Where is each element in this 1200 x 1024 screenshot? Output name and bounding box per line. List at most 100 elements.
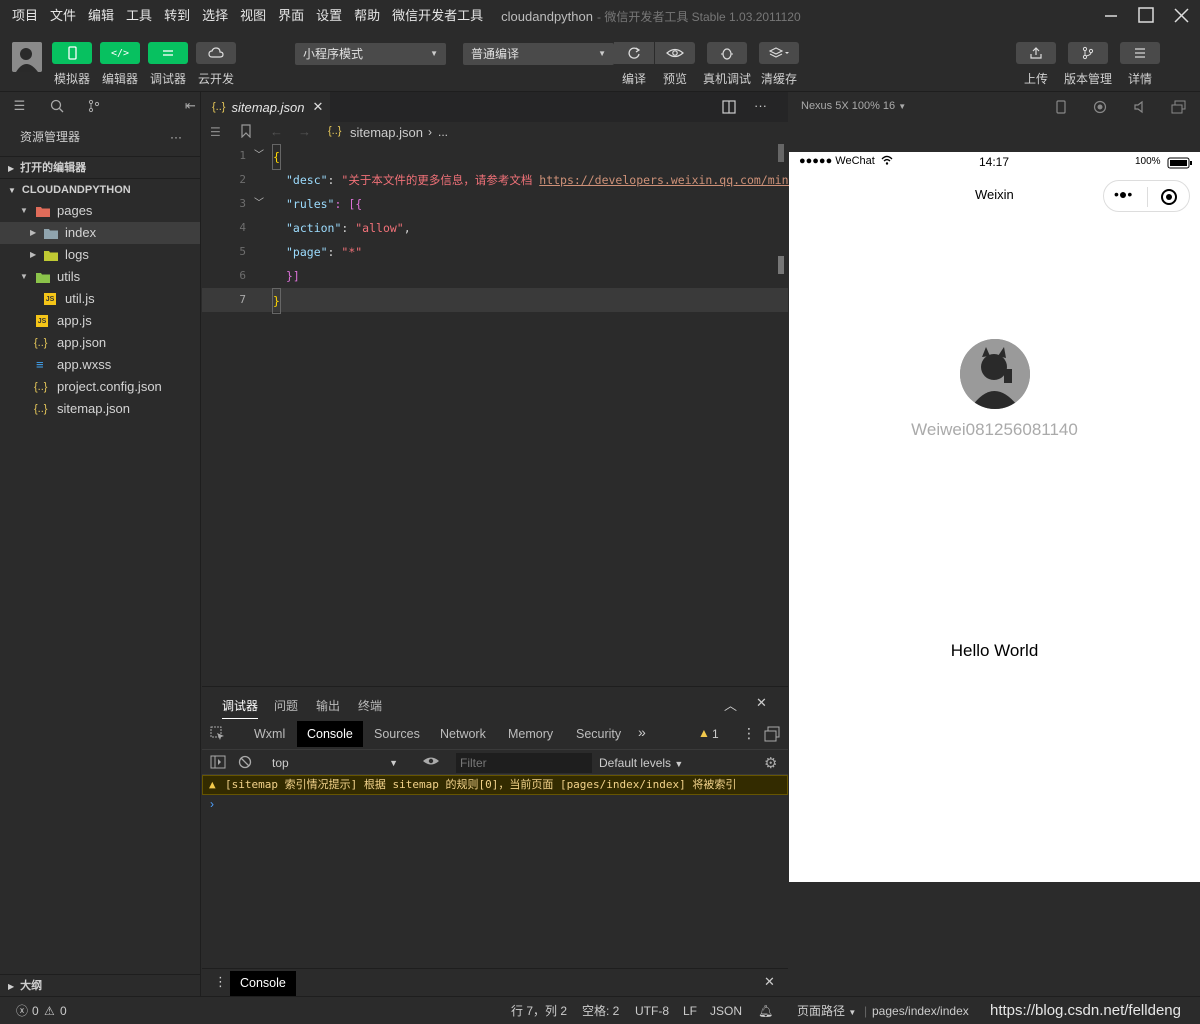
close-panel-icon[interactable]: ✕ xyxy=(756,695,767,711)
menu-file[interactable]: 文件 xyxy=(44,0,82,32)
real-device-debug-button[interactable] xyxy=(707,42,747,64)
tree-file-app-js[interactable]: JS app.js xyxy=(0,310,200,332)
tree-folder-utils[interactable]: ▼ utils xyxy=(0,266,200,288)
menu-interface[interactable]: 界面 xyxy=(272,0,310,32)
menu-edit[interactable]: 编辑 xyxy=(82,0,120,32)
scrollbar-thumb[interactable] xyxy=(778,144,784,162)
tab-problems[interactable]: 问题 xyxy=(274,697,298,714)
clear-console-icon[interactable] xyxy=(238,755,252,772)
context-select[interactable]: top ▼ xyxy=(264,753,404,773)
detach-icon[interactable] xyxy=(1171,100,1187,117)
devtools-tab-wxml[interactable]: Wxml xyxy=(244,721,295,747)
open-editors-section[interactable]: ▶ 打开的编辑器 xyxy=(0,156,200,178)
devtools-tab-memory[interactable]: Memory xyxy=(498,721,563,747)
preview-button[interactable] xyxy=(655,42,695,64)
tree-folder-index[interactable]: ▶ index xyxy=(0,222,200,244)
explorer-icon[interactable]: ☰ xyxy=(10,96,29,116)
debugger-toggle-button[interactable] xyxy=(148,42,188,64)
cloud-button[interactable] xyxy=(196,42,236,64)
tree-folder-pages[interactable]: ▼ pages xyxy=(0,200,200,222)
tree-file-project-config[interactable]: {..} project.config.json xyxy=(0,376,200,398)
menu-project[interactable]: 项目 xyxy=(0,0,44,32)
breadcrumb-more[interactable]: ... xyxy=(438,125,448,139)
tab-terminal[interactable]: 终端 xyxy=(358,697,382,714)
tree-file-util-js[interactable]: JS util.js xyxy=(0,288,200,310)
encoding[interactable]: UTF-8 xyxy=(635,997,669,1024)
tab-sitemap-json[interactable]: {..} sitemap.json ✕ xyxy=(202,92,330,122)
indentation[interactable]: 空格: 2 xyxy=(582,997,619,1024)
error-icon[interactable]: ⓧ xyxy=(16,997,28,1024)
filter-input[interactable]: Filter xyxy=(456,753,592,773)
fold-chevron-icon[interactable]: ﹀ xyxy=(254,144,264,168)
maximize-button[interactable] xyxy=(1137,6,1157,26)
mode-select[interactable]: 小程序模式 ▼ xyxy=(295,43,446,65)
gear-icon[interactable]: ⚙ xyxy=(764,754,777,772)
inspect-icon[interactable] xyxy=(210,726,226,745)
log-levels-select[interactable]: Default levels ▼ xyxy=(599,756,683,770)
eye-icon[interactable] xyxy=(422,754,440,771)
devtools-tab-network[interactable]: Network xyxy=(430,721,496,747)
collapse-sidebar-icon[interactable]: ⇤ xyxy=(181,96,200,116)
close-miniprogram-icon[interactable] xyxy=(1160,188,1178,209)
tree-file-sitemap[interactable]: {..} sitemap.json xyxy=(0,398,200,420)
avatar[interactable] xyxy=(12,42,42,72)
project-section[interactable]: ▼ CLOUDANDPYTHON xyxy=(0,178,200,200)
devtools-tab-console[interactable]: Console xyxy=(297,721,363,747)
volume-icon[interactable] xyxy=(1133,100,1147,117)
error-count[interactable]: 0 xyxy=(32,997,39,1024)
phone-icon[interactable] xyxy=(1055,100,1067,117)
menu-settings[interactable]: 设置 xyxy=(310,0,348,32)
forward-arrow-icon[interactable]: → xyxy=(298,124,311,139)
menu-goto[interactable]: 转到 xyxy=(158,0,196,32)
back-arrow-icon[interactable]: ← xyxy=(270,124,283,139)
menu-select[interactable]: 选择 xyxy=(196,0,234,32)
end-of-line[interactable]: LF xyxy=(683,997,697,1024)
editor-toggle-button[interactable]: </> xyxy=(100,42,140,64)
details-button[interactable] xyxy=(1120,42,1160,64)
compile-button[interactable] xyxy=(614,42,654,64)
kebab-menu-icon[interactable]: ⋮ xyxy=(742,725,756,742)
search-icon[interactable] xyxy=(47,96,66,116)
warning-count[interactable]: 0 xyxy=(60,997,67,1024)
more-dots-icon[interactable]: •●• xyxy=(1114,186,1132,202)
warning-count[interactable]: 1 xyxy=(712,727,719,741)
menu-help[interactable]: 帮助 xyxy=(348,0,386,32)
page-path-select[interactable]: 页面路径 ▼ xyxy=(797,997,856,1024)
source-control-icon[interactable] xyxy=(84,96,103,116)
list-icon[interactable]: ☰ xyxy=(210,125,221,139)
more-tabs-icon[interactable]: » xyxy=(638,724,646,740)
fold-chevron-icon[interactable]: ﹀ xyxy=(254,192,264,216)
close-tab-icon[interactable]: ✕ xyxy=(312,99,323,115)
cursor-position[interactable]: 行 7，列 2 xyxy=(511,997,567,1024)
json-url[interactable]: https://developers.weixin.qq.com/mini xyxy=(539,173,795,187)
language-mode[interactable]: JSON xyxy=(710,997,742,1024)
breadcrumb-file[interactable]: sitemap.json xyxy=(350,125,423,140)
close-drawer-icon[interactable]: ✕ xyxy=(764,974,775,990)
console-prompt[interactable]: › xyxy=(210,797,214,811)
version-control-button[interactable] xyxy=(1068,42,1108,64)
outline-section[interactable]: ▶ 大纲 xyxy=(0,974,200,996)
tab-output[interactable]: 输出 xyxy=(316,697,340,714)
device-select[interactable]: Nexus 5X 100% 16 ▼ xyxy=(801,100,906,112)
menu-view[interactable]: 视图 xyxy=(234,0,272,32)
menu-devtools[interactable]: 微信开发者工具 xyxy=(386,0,489,32)
warning-icon[interactable]: ⚠ xyxy=(44,997,55,1024)
tree-file-app-json[interactable]: {..} app.json xyxy=(0,332,200,354)
tree-file-app-wxss[interactable]: ≡ app.wxss xyxy=(0,354,200,376)
compile-mode-select[interactable]: 普通编译 ▼ xyxy=(463,43,614,65)
sidebar-toggle-icon[interactable] xyxy=(210,755,226,772)
undock-icon[interactable] xyxy=(764,726,780,745)
clear-cache-button[interactable] xyxy=(759,42,799,64)
chevron-up-icon[interactable]: ︿ xyxy=(724,695,737,714)
bell-icon[interactable]: 🔔︎ xyxy=(758,997,773,1024)
minimize-button[interactable] xyxy=(1102,6,1122,26)
tab-debugger[interactable]: 调试器 xyxy=(222,697,259,719)
record-icon[interactable] xyxy=(1093,100,1107,117)
kebab-menu-icon[interactable]: ⋮ xyxy=(214,974,227,990)
split-editor-icon[interactable] xyxy=(722,100,736,117)
menu-tools[interactable]: 工具 xyxy=(120,0,158,32)
simulator-toggle-button[interactable] xyxy=(52,42,92,64)
drawer-tab-console[interactable]: Console xyxy=(230,971,296,997)
close-window-button[interactable] xyxy=(1172,6,1192,26)
devtools-tab-sources[interactable]: Sources xyxy=(364,721,430,747)
